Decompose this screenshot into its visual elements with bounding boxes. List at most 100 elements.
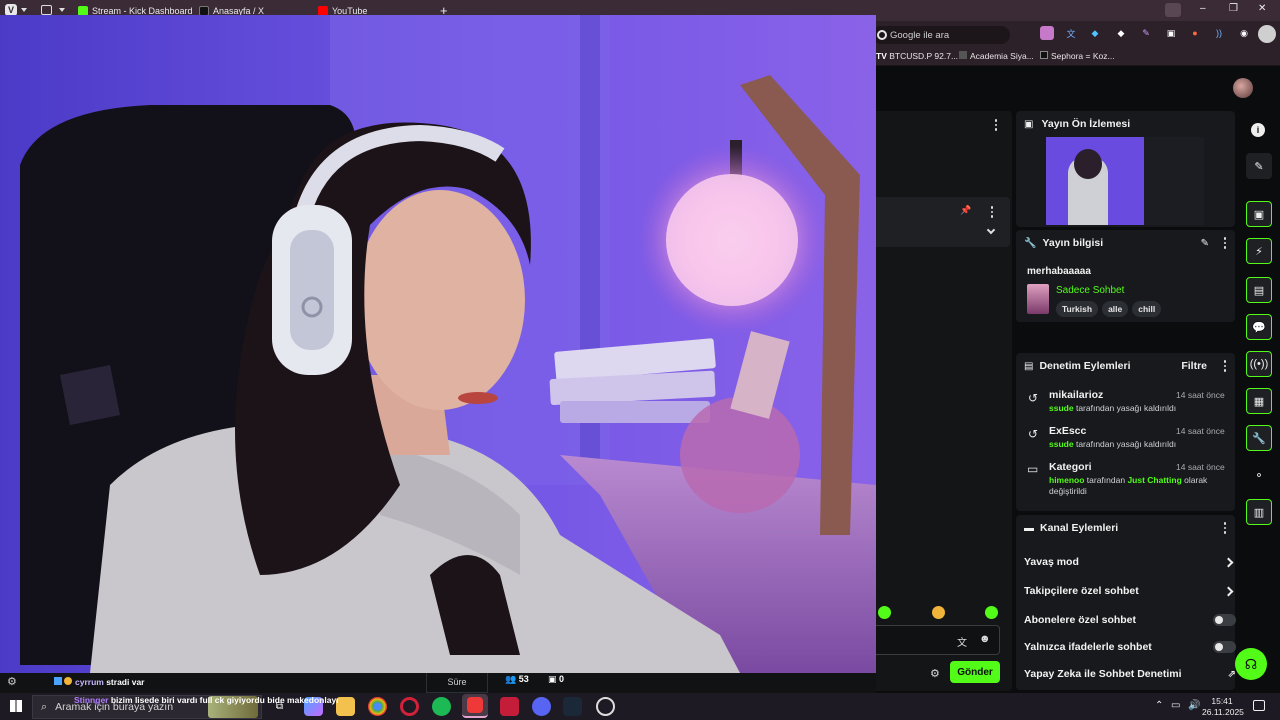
chat-username[interactable]: cyrrum (75, 677, 104, 687)
chevron-right-icon (1223, 557, 1234, 567)
extension-icon[interactable]: ◆ (1088, 26, 1102, 40)
clapper-icon: ▥ (1253, 506, 1265, 519)
app-icon[interactable] (500, 697, 519, 716)
mod-action-desc: ssude tarafından yasağı kaldırıldı (1049, 403, 1177, 413)
tray-chevron-icon[interactable]: ⌃ (1155, 700, 1163, 711)
chevron-down-icon[interactable] (986, 225, 996, 235)
minimize-button[interactable]: – (1200, 3, 1206, 14)
tag[interactable]: Turkish (1056, 301, 1099, 317)
profile-avatar[interactable] (1258, 25, 1276, 43)
layout-button[interactable]: ▦ (1246, 388, 1272, 414)
kebab-menu-icon[interactable] (1223, 237, 1227, 249)
file-explorer-icon[interactable] (336, 697, 355, 716)
mod-action-user[interactable]: mikailarioz (1049, 389, 1103, 401)
search-placeholder: Google ile ara (890, 29, 950, 41)
stream-title: merhabaaaaa (1027, 266, 1091, 277)
tag[interactable]: alle (1102, 301, 1129, 317)
opera-icon[interactable] (400, 697, 419, 716)
emote-icon[interactable] (932, 606, 945, 619)
audio-ext-icon[interactable]: )) (1212, 26, 1226, 40)
notifications-icon[interactable] (1253, 700, 1265, 711)
emoji-icon[interactable]: ☻ (979, 633, 991, 645)
stream-video[interactable] (0, 15, 876, 673)
kebab-menu-icon[interactable] (1223, 360, 1227, 372)
emote-only-toggle[interactable] (1213, 641, 1236, 653)
tag[interactable]: chill (1132, 301, 1162, 317)
obs-icon[interactable] (596, 697, 615, 716)
close-button[interactable]: ✕ (1258, 3, 1266, 14)
kebab-menu-icon[interactable] (994, 119, 998, 131)
pen-ext-icon[interactable]: ✎ (1139, 26, 1153, 40)
emote-only-row: Yalnızca ifadelerle sohbet (1024, 634, 1236, 660)
user-avatar[interactable] (1233, 78, 1253, 98)
send-button[interactable]: Gönder (950, 661, 1000, 683)
chevron-down-icon[interactable] (21, 8, 27, 12)
support-button[interactable]: ☊ (1235, 648, 1267, 680)
preview-icon: ▣ (1024, 118, 1034, 130)
chrome-icon[interactable] (368, 697, 387, 716)
channel-actions-button[interactable]: ▥ (1246, 499, 1272, 525)
mod-action-user[interactable]: ExEscc (1049, 425, 1086, 437)
restore-button[interactable]: ❐ (1229, 3, 1238, 14)
bookmark-btc[interactable]: TV BTCUSD.P 92.7... (876, 51, 958, 61)
kebab-menu-icon[interactable] (1223, 522, 1227, 534)
calendar-ext-icon[interactable] (1040, 26, 1054, 40)
tradingview-icon: TV (876, 51, 890, 61)
quick-actions-button[interactable]: ⚡ (1246, 238, 1272, 264)
spotify-icon[interactable] (432, 697, 451, 716)
pencil-icon: ✎ (1254, 160, 1264, 173)
steam-icon[interactable] (563, 697, 582, 716)
stream-info-button[interactable]: 🔧 (1246, 425, 1272, 451)
category-link[interactable]: Sadece Sohbet (1056, 285, 1124, 296)
broadcast-button[interactable]: ((•)) (1246, 351, 1272, 377)
mod-action-item: ↺ mikailarioz 14 saat önce ssude tarafın… (1016, 387, 1235, 421)
mod-actions-button[interactable]: ▤ (1246, 277, 1272, 303)
discord-icon[interactable] (532, 697, 551, 716)
chat-strip: ⚙ cyrrum stradi var Süre 👥 53 ▣ 0 (0, 671, 876, 693)
settings-icon[interactable]: ⚙ (930, 667, 940, 680)
chevron-down-icon[interactable] (59, 8, 65, 12)
tab-list-button[interactable] (1165, 3, 1181, 17)
extension-icon[interactable]: ◉ (1237, 26, 1251, 40)
extension-icon[interactable]: ● (1188, 26, 1202, 40)
edit-icon[interactable]: ✎ (1201, 238, 1209, 249)
slow-mode-row[interactable]: Yavaş mod (1024, 549, 1236, 575)
mod-action-desc: ssude tarafından yasağı kaldırıldı (1049, 439, 1177, 449)
chat-username[interactable]: Stinnger (74, 695, 108, 705)
undo-icon: ↺ (1028, 427, 1039, 441)
category-thumbnail[interactable] (1027, 284, 1049, 314)
volume-icon[interactable]: 🔊 (1188, 700, 1200, 711)
info-icon[interactable]: i (1251, 123, 1265, 137)
translate-icon[interactable]: 文 (957, 634, 967, 649)
windows-start-icon[interactable] (10, 700, 22, 712)
bookmark-sephora[interactable]: Sephora = Koz... (1040, 51, 1115, 61)
followers-only-row[interactable]: Takipçilere özel sohbet (1024, 578, 1236, 604)
subscribers-only-toggle[interactable] (1213, 614, 1236, 626)
emote-icon[interactable] (985, 606, 998, 619)
filter-button[interactable]: Filtre (1181, 360, 1207, 372)
pin-icon[interactable]: 📌 (960, 205, 971, 216)
bookmark-academia[interactable]: Academia Siya... (959, 51, 1034, 61)
chat-input[interactable]: 文 ☻ (868, 625, 1000, 655)
extension-icon[interactable]: ◆ (1114, 26, 1128, 40)
clock[interactable]: 15:41 26.11.2025 (1202, 696, 1244, 718)
kebab-menu-icon[interactable] (990, 206, 994, 218)
edit-layout-button[interactable]: ✎ (1246, 153, 1272, 179)
settings-icon[interactable]: ⚙ (7, 675, 17, 688)
translate-ext-icon[interactable]: 文 (1064, 26, 1078, 40)
emote-icon[interactable] (878, 606, 891, 619)
bookmark-icon (959, 51, 967, 59)
mod-action-item: ▭ Kategori 14 saat önce himenoo tarafınd… (1016, 459, 1235, 505)
ai-moderation-row[interactable]: Yapay Zeka ile Sohbet Denetimi ⇗ (1024, 661, 1236, 687)
chat-widget-button[interactable]: 💬 (1246, 314, 1272, 340)
tab-stack-icon[interactable] (41, 5, 52, 15)
mod-actions-panel: ▤ Denetim Eylemleri Filtre ↺ mikailarioz… (1016, 353, 1235, 511)
mod-action-time: 14 saat önce (1176, 426, 1225, 436)
preview-thumbnail[interactable] (1046, 137, 1204, 225)
search-field[interactable]: Google ile ara (872, 26, 1010, 44)
vivaldi-taskbar-icon[interactable] (462, 694, 488, 718)
network-icon[interactable]: ▭ (1171, 700, 1180, 711)
extension-icon[interactable]: ▣ (1164, 26, 1178, 40)
nodes-button[interactable]: ⚬ (1246, 462, 1272, 488)
preview-widget-button[interactable]: ▣ (1246, 201, 1272, 227)
